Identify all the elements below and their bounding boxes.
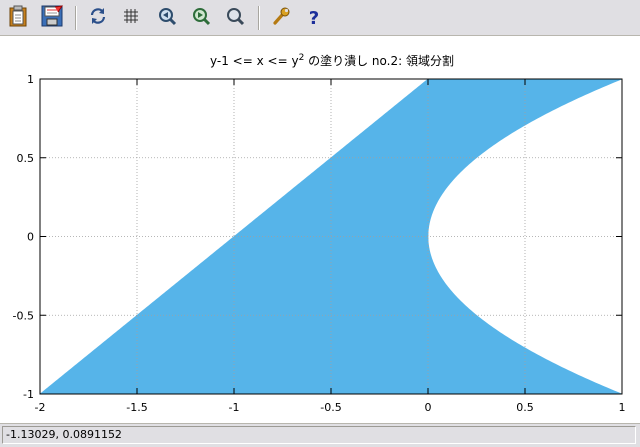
options-button[interactable] <box>269 6 293 30</box>
y-tick-label: 0.5 <box>17 152 35 165</box>
toolbar: ? <box>0 0 640 36</box>
plot-area[interactable]: y-1 <= x <= y2 の塗り潰し no.2: 領域分割 -2 -1.5 -1… <box>0 37 640 421</box>
statusbar: -1.13029, 0.0891152 <box>0 423 640 447</box>
grid-icon <box>121 6 141 30</box>
replot-button[interactable] <box>86 6 110 30</box>
chart: y-1 <= x <= y2 の塗り潰し no.2: 領域分割 -2 -1.5 -1… <box>13 53 626 414</box>
zoom-previous-icon <box>157 6 177 30</box>
x-tick-label: 0.5 <box>516 401 534 414</box>
x-tick-label: -2 <box>35 401 46 414</box>
zoom-next-button[interactable] <box>189 6 213 30</box>
mouse-coordinates: -1.13029, 0.0891152 <box>2 426 636 444</box>
x-tick-label: -1 <box>229 401 240 414</box>
save-button[interactable] <box>40 5 64 31</box>
y-tick-label: 0 <box>27 231 34 244</box>
copy-to-clipboard-button[interactable] <box>6 5 30 31</box>
y-tick-label: 1 <box>27 73 34 86</box>
save-icon <box>41 5 64 31</box>
help-button[interactable]: ? <box>302 6 326 30</box>
x-tick-label: 1 <box>619 401 626 414</box>
x-tick-label: -0.5 <box>320 401 341 414</box>
x-tick-label: -1.5 <box>126 401 147 414</box>
wrench-icon <box>271 6 291 30</box>
help-icon: ? <box>308 7 320 29</box>
zoom-next-icon <box>191 6 211 30</box>
zoom-previous-button[interactable] <box>155 6 179 30</box>
clipboard-icon <box>7 5 29 31</box>
replot-icon <box>88 6 108 30</box>
grid-button[interactable] <box>119 6 143 30</box>
zoom-unzoom-icon <box>225 6 245 30</box>
chart-title: y-1 <= x <= y2 の塗り潰し no.2: 領域分割 <box>210 53 454 68</box>
toolbar-separator <box>258 6 260 30</box>
y-tick-label: -0.5 <box>13 309 34 322</box>
x-tick-label: 0 <box>425 401 432 414</box>
unzoom-button[interactable] <box>223 6 247 30</box>
y-tick-label: -1 <box>23 388 34 401</box>
toolbar-separator <box>75 6 77 30</box>
